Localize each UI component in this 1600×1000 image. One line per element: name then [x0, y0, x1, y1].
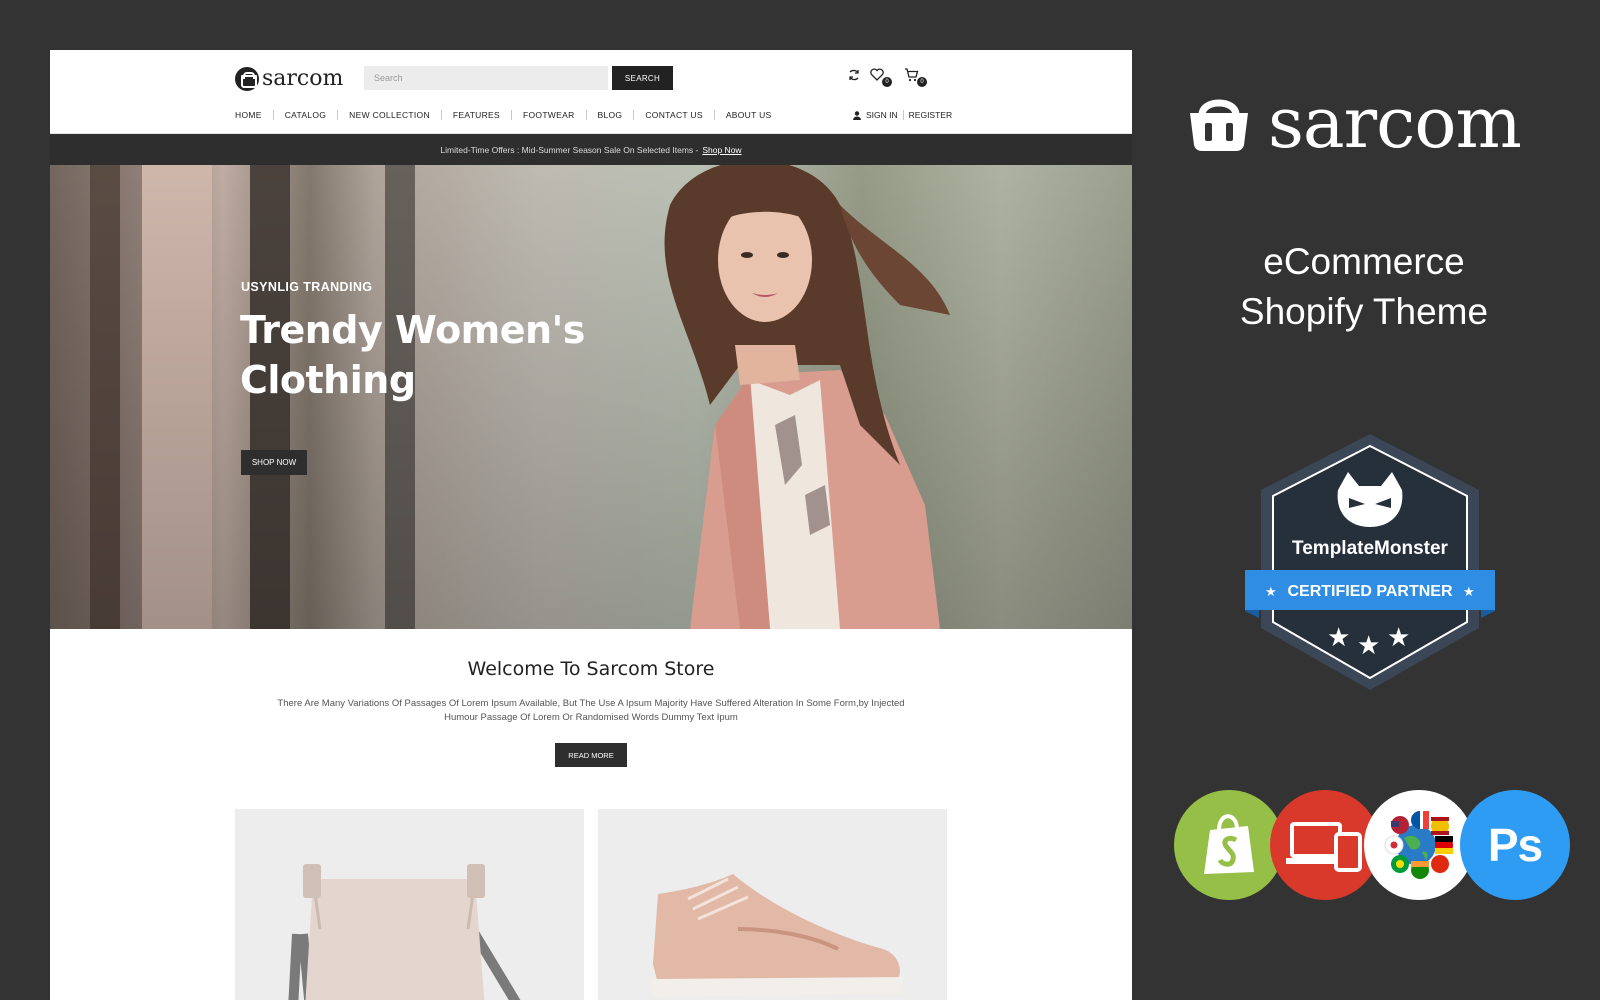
hero-banner: USYNLIG TRANDING Trendy Women's Clothing…	[50, 165, 1132, 629]
badge-brand-name: TemplateMonster	[1292, 538, 1449, 559]
badge-star-icon: ★	[1327, 623, 1350, 653]
user-icon	[853, 110, 861, 120]
theme-preview-screenshot: sarcom Search SEARCH 0 0 HOME CATALOG NE…	[50, 50, 1132, 1000]
handbag-image	[288, 864, 521, 1000]
compare-icon[interactable]	[845, 68, 863, 84]
hero-shop-now-button[interactable]: SHOP NOW	[241, 450, 307, 475]
sign-in-link[interactable]: SIGN IN	[866, 110, 898, 120]
nav-new-collection[interactable]: NEW COLLECTION	[338, 110, 441, 120]
badge-label: CERTIFIED PARTNER	[1287, 583, 1452, 600]
read-more-button[interactable]: READ MORE	[555, 743, 627, 767]
wishlist-count-badge: 0	[882, 77, 892, 87]
brand-logo-text: sarcom	[1268, 82, 1522, 164]
multilanguage-flags-icon	[1364, 790, 1474, 900]
certified-partner-badge: TemplateMonster CERTIFIED PARTNER ★ ★ ★ …	[1245, 434, 1495, 690]
tagline-line-1: eCommerce	[1263, 241, 1465, 282]
site-logo[interactable]: sarcom	[235, 66, 343, 91]
search-button[interactable]: SEARCH	[612, 66, 673, 90]
basket-icon	[1190, 99, 1248, 151]
badge-star-icon: ★	[1463, 585, 1475, 600]
nav-catalog[interactable]: CATALOG	[274, 110, 337, 120]
nav-home[interactable]: HOME	[235, 110, 273, 120]
promo-shop-now-link[interactable]: Shop Now	[702, 145, 741, 155]
product-card-bag[interactable]	[235, 809, 584, 1000]
nav-contact-us[interactable]: CONTACT US	[634, 110, 713, 120]
photoshop-icon: Ps	[1460, 790, 1570, 900]
promo-bar: Limited-Time Offers : Mid-Summer Season …	[50, 134, 1132, 165]
register-link[interactable]: REGISTER	[909, 110, 952, 120]
badge-star-icon: ★	[1357, 631, 1380, 661]
badge-star-icon: ★	[1265, 585, 1277, 600]
basket-logo-icon	[235, 66, 259, 91]
cart-count-badge: 0	[917, 77, 927, 87]
search-input[interactable]: Search	[364, 66, 608, 90]
site-header: sarcom Search SEARCH 0 0 HOME CATALOG NE…	[50, 50, 1132, 134]
hero-eyebrow: USYNLIG TRANDING	[241, 280, 373, 294]
tagline-line-2: Shopify Theme	[1239, 291, 1489, 332]
site-logo-text: sarcom	[262, 66, 344, 91]
nav-features[interactable]: FEATURES	[442, 110, 511, 120]
sneaker-image	[650, 874, 903, 997]
tagline: eCommerce Shopify Theme	[1160, 237, 1568, 337]
welcome-title: Welcome To Sarcom Store	[467, 658, 715, 680]
nav-about-us[interactable]: ABOUT US	[715, 110, 783, 120]
account-divider	[902, 110, 904, 120]
hero-title: Trendy Women's Clothing	[240, 308, 585, 402]
shopify-icon	[1174, 790, 1284, 900]
nav-footwear[interactable]: FOOTWEAR	[512, 110, 586, 120]
brand-logo: sarcom	[1188, 82, 1522, 164]
promo-text: Limited-Time Offers : Mid-Summer Season …	[440, 144, 699, 155]
product-card-sneaker[interactable]	[598, 809, 947, 1000]
main-navigation: HOME CATALOG NEW COLLECTION FEATURES FOO…	[235, 110, 783, 120]
nav-blog[interactable]: BLOG	[587, 110, 634, 120]
badge-star-icon: ★	[1387, 623, 1410, 653]
photoshop-label: Ps	[1487, 819, 1543, 871]
account-links: SIGN IN REGISTER	[853, 110, 952, 120]
welcome-text: There Are Many Variations Of Passages Of…	[277, 698, 905, 723]
